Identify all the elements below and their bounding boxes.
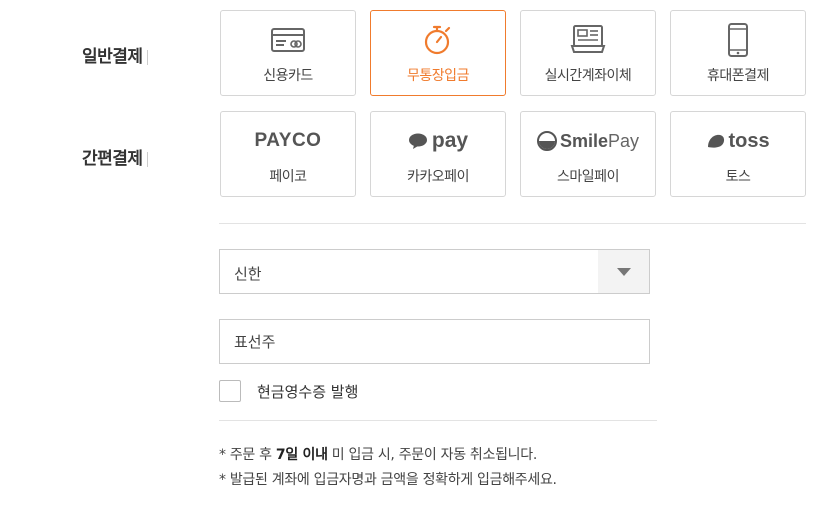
payment-option-label: 토스 xyxy=(725,169,751,185)
payment-option-mobile[interactable]: 휴대폰결제 xyxy=(670,10,806,96)
dropdown-toggle[interactable] xyxy=(598,250,649,293)
note-auto-cancel: * 주문 후 7일 이내 미 입금 시, 주문이 자동 취소됩니다. xyxy=(219,444,537,464)
payco-logo: PAYCO xyxy=(255,124,322,158)
general-payment-label: 일반결제 xyxy=(82,42,148,67)
note-text: 미 입금 시, 주문이 자동 취소됩니다. xyxy=(327,447,537,463)
payment-option-smilepay[interactable]: Smile Pay 스마일페이 xyxy=(520,111,656,197)
cash-receipt-label[interactable]: 현금영수증 발행 xyxy=(257,381,358,402)
payment-option-label: 신용카드 xyxy=(263,68,313,84)
simple-payment-label: 간편결제 xyxy=(82,144,148,169)
mobile-phone-icon xyxy=(726,23,750,57)
bank-terminal-icon xyxy=(570,23,606,57)
payment-option-label: 페이코 xyxy=(269,169,307,185)
stopwatch-icon xyxy=(421,23,455,57)
toss-mark-icon xyxy=(708,134,725,148)
toss-brand-text: toss xyxy=(728,129,770,152)
section-divider xyxy=(219,223,806,224)
note-text: * 주문 후 xyxy=(219,447,276,463)
payment-option-label: 무통장입금 xyxy=(407,68,469,84)
payment-option-label: 스마일페이 xyxy=(557,169,619,185)
smile-icon xyxy=(536,131,557,151)
note-bold-text: 7일 이내 xyxy=(275,447,328,463)
payment-option-payco[interactable]: PAYCO 페이코 xyxy=(220,111,356,197)
cash-receipt-checkbox[interactable] xyxy=(219,380,241,402)
general-payment-text: 일반결제 xyxy=(82,47,143,67)
simple-payment-text: 간편결제 xyxy=(82,149,143,169)
toss-logo: toss xyxy=(706,124,770,158)
payment-option-kakaopay[interactable]: pay 카카오페이 xyxy=(370,111,506,197)
kakaopay-logo: pay xyxy=(408,124,468,158)
smilepay-brand-text: Smile xyxy=(559,130,608,151)
payment-option-credit-card[interactable]: 신용카드 xyxy=(220,10,356,96)
payment-option-bank-deposit[interactable]: 무통장입금 xyxy=(370,10,506,96)
bank-select[interactable]: 신한 xyxy=(219,249,650,294)
kakaopay-brand-text: pay xyxy=(431,129,469,152)
payco-brand-text: PAYCO xyxy=(254,130,322,151)
chevron-down-icon xyxy=(616,267,631,276)
credit-card-icon xyxy=(270,23,306,57)
notes-divider xyxy=(219,420,657,421)
payment-option-label: 실시간계좌이체 xyxy=(544,68,632,84)
payment-option-label: 카카오페이 xyxy=(407,169,469,185)
smilepay-brand-suffix: Pay xyxy=(608,130,640,151)
depositor-name-input[interactable] xyxy=(219,319,650,364)
payment-option-realtime-transfer[interactable]: 실시간계좌이체 xyxy=(520,10,656,96)
speech-bubble-icon xyxy=(408,133,427,149)
payment-option-label: 휴대폰결제 xyxy=(707,68,769,84)
smilepay-logo: Smile Pay xyxy=(536,124,640,158)
note-deposit-instruction: * 발급된 계좌에 입금자명과 금액을 정확하게 입금해주세요. xyxy=(219,472,557,488)
payment-option-toss[interactable]: toss 토스 xyxy=(670,111,806,197)
bank-select-value: 신한 xyxy=(234,265,262,283)
